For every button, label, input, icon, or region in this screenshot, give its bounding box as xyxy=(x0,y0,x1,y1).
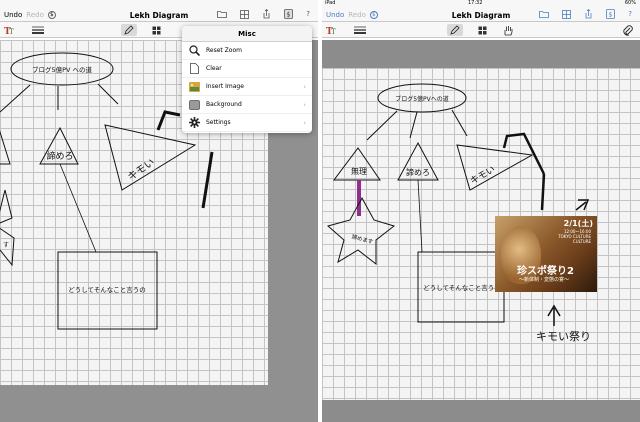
dollar-icon[interactable]: $ xyxy=(47,11,56,19)
pen-tool-icon[interactable] xyxy=(121,24,137,36)
share-icon[interactable] xyxy=(262,9,271,19)
ellipse-label: ブログ5億PVへの道 xyxy=(395,95,449,103)
gallery-icon[interactable] xyxy=(562,9,572,19)
photo-date: 2/1(土) xyxy=(563,219,593,228)
rectangle-label: どうしてそんなこと言うの xyxy=(68,285,146,294)
chevron-right-icon: › xyxy=(303,118,306,127)
dollar-icon[interactable]: $ xyxy=(369,11,378,19)
menu-item-settings[interactable]: Settings › xyxy=(182,114,312,132)
menu-item-clear[interactable]: Clear xyxy=(182,60,312,78)
menu-item-label: Background xyxy=(206,101,242,108)
menu-item-label: Settings xyxy=(206,119,231,126)
triangle-center-label: 諦めろ xyxy=(46,150,73,162)
line-weight-icon[interactable] xyxy=(352,24,368,36)
left-screenshot: Undo Redo $ Lekh Diagram $ ? TT ブログ5億PV … xyxy=(0,0,318,422)
menu-item-label: Reset Zoom xyxy=(206,47,242,54)
share-icon[interactable] xyxy=(584,9,593,19)
drawing-canvas[interactable]: ブログ5億PVへの道 無理 諦めろ キモい 諦めます どうしてそんなこと言うの … xyxy=(322,40,640,422)
triangle-right-label: キモい xyxy=(126,157,157,183)
menu-item-background[interactable]: Background › xyxy=(182,96,312,114)
menu-item-label: Clear xyxy=(206,65,222,72)
chevron-right-icon: › xyxy=(303,100,306,109)
misc-popover: Misc Reset Zoom Clear Insert Image › Bac… xyxy=(182,26,312,133)
redo-button[interactable]: Redo xyxy=(26,11,44,19)
star-label: す xyxy=(3,242,9,249)
grid-tool-icon[interactable] xyxy=(474,24,490,36)
image-icon xyxy=(188,81,200,93)
tool-bar: TT xyxy=(322,22,640,38)
right-screenshot: iPad 17:32 60% Undo Redo $ Lekh Diagram … xyxy=(322,0,640,422)
rectangle-label: どうしてそんなこと言うの xyxy=(423,283,501,292)
chevron-right-icon: › xyxy=(303,82,306,91)
undo-button[interactable]: Undo xyxy=(4,11,22,19)
line-weight-icon[interactable] xyxy=(30,24,46,36)
navigation-bar: Undo Redo $ Lekh Diagram $ ? xyxy=(0,7,318,22)
popover-title: Misc xyxy=(182,26,312,42)
annotation-label: キモい祭り xyxy=(536,330,591,343)
folder-icon[interactable] xyxy=(217,10,228,18)
folder-icon[interactable] xyxy=(539,10,550,18)
gear-icon xyxy=(188,117,200,129)
svg-text:T: T xyxy=(331,28,336,35)
star-label: 諦めます xyxy=(351,232,375,246)
triangle-right-shape xyxy=(456,144,534,191)
misc-menu-icon[interactable]: $ xyxy=(284,9,294,19)
magnifier-icon xyxy=(188,45,200,57)
photo-subtext: 12:00〜16:00 TOKYO CULTURE CULTURE xyxy=(558,229,591,244)
status-bar xyxy=(0,0,318,7)
device-label: iPad xyxy=(325,0,336,6)
menu-item-insert-image[interactable]: Insert Image › xyxy=(182,78,312,96)
triangle-right-label: キモい xyxy=(469,165,497,187)
pen-tool-icon[interactable] xyxy=(447,24,463,36)
photo-subtitle: 〜新体制・変態の宴〜 xyxy=(519,277,570,283)
clock: 17:32 xyxy=(468,0,483,6)
undo-button[interactable]: Undo xyxy=(326,11,344,19)
svg-text:$: $ xyxy=(609,12,613,19)
gallery-icon[interactable] xyxy=(240,9,250,19)
misc-menu-icon[interactable]: $ xyxy=(606,9,616,19)
paperclip-icon[interactable] xyxy=(620,24,636,36)
battery-level: 60% xyxy=(624,0,636,6)
help-button[interactable]: ? xyxy=(306,10,310,18)
redo-button[interactable]: Redo xyxy=(348,11,366,19)
text-tool-icon[interactable]: TT xyxy=(324,24,340,36)
menu-item-label: Insert Image xyxy=(206,83,244,90)
star-shape xyxy=(0,189,15,267)
grid-tool-icon[interactable] xyxy=(148,24,164,36)
triangle-center-label: 諦めろ xyxy=(406,167,430,177)
background-icon xyxy=(188,99,200,111)
svg-text:$: $ xyxy=(287,12,291,19)
menu-item-reset-zoom[interactable]: Reset Zoom xyxy=(182,42,312,60)
hand-tool-icon[interactable] xyxy=(500,24,516,36)
help-button[interactable]: ? xyxy=(628,10,632,18)
text-tool-icon[interactable]: TT xyxy=(2,24,18,36)
photo-title: 珍スポ祭り2 xyxy=(517,266,574,277)
triangle-left-shape xyxy=(0,130,11,165)
blank-page-icon xyxy=(188,63,200,75)
inserted-photo[interactable]: 2/1(土) 12:00〜16:00 TOKYO CULTURE CULTURE… xyxy=(495,216,597,292)
navigation-bar: Undo Redo $ Lekh Diagram $ ? xyxy=(322,7,640,22)
status-bar: iPad 17:32 60% xyxy=(322,0,640,7)
ellipse-label: ブログ5億PV への道 xyxy=(32,65,93,74)
triangle-left-label: 無理 xyxy=(351,166,367,176)
svg-text:T: T xyxy=(9,28,14,35)
